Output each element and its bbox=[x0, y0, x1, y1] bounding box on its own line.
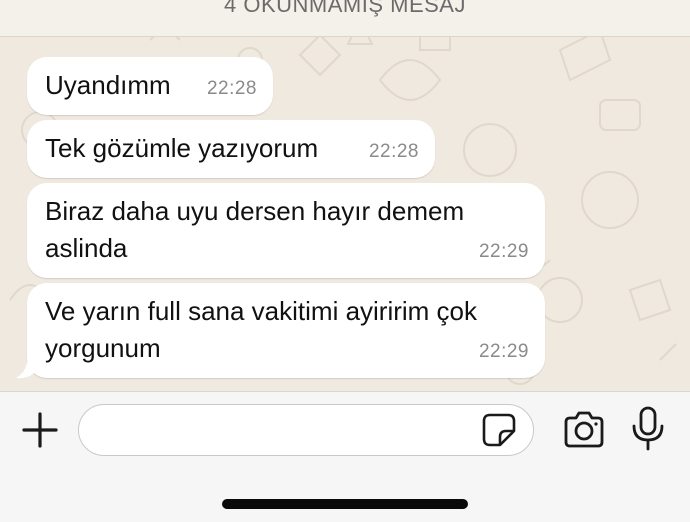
message-text: Ve yarın full sana vakitimi ayiririm çok… bbox=[45, 296, 478, 363]
unread-messages-banner: 4 OKUNMAMIŞ MESAJ bbox=[0, 0, 690, 37]
message-composer bbox=[0, 391, 690, 522]
message-text: Uyandımm bbox=[45, 70, 171, 100]
chat-area[interactable]: 4 OKUNMAMIŞ MESAJ Uyandımm 22:28 Tek göz… bbox=[0, 0, 690, 391]
camera-icon[interactable] bbox=[562, 410, 606, 450]
message-bubble[interactable]: Uyandımm 22:28 bbox=[27, 57, 273, 115]
message-input[interactable] bbox=[78, 404, 534, 456]
message-time: 22:28 bbox=[368, 141, 419, 162]
message-text: Tek gözümle yazıyorum bbox=[45, 133, 319, 163]
home-indicator[interactable] bbox=[222, 499, 468, 509]
plus-icon[interactable] bbox=[20, 410, 60, 450]
sticker-icon[interactable] bbox=[482, 413, 516, 447]
message-text: Biraz daha uyu dersen hayır demem aslind… bbox=[45, 196, 465, 263]
message-bubble[interactable]: Biraz daha uyu dersen hayır demem aslind… bbox=[27, 183, 545, 278]
message-time: 22:29 bbox=[478, 241, 529, 262]
message-time: 22:29 bbox=[478, 341, 529, 362]
message-bubble[interactable]: Tek gözümle yazıyorum 22:28 bbox=[27, 120, 435, 178]
unread-banner-text: 4 OKUNMAMIŞ MESAJ bbox=[224, 0, 466, 17]
message-time: 22:28 bbox=[206, 78, 257, 99]
microphone-icon[interactable] bbox=[630, 406, 666, 452]
message-bubble[interactable]: Ve yarın full sana vakitimi ayiririm çok… bbox=[27, 283, 545, 378]
bubble-tail-icon bbox=[16, 355, 34, 379]
